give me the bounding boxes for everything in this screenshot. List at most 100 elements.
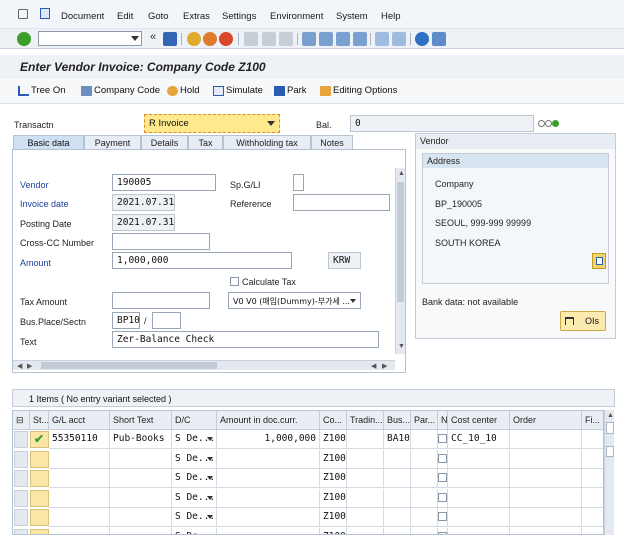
row-selector[interactable]: [14, 450, 28, 468]
col-n[interactable]: N: [438, 411, 448, 430]
chevron-down-icon[interactable]: [207, 515, 213, 519]
grid-cell-co[interactable]: Z100: [320, 430, 347, 449]
tab-basic-data[interactable]: Basic data: [13, 135, 84, 149]
row-selector[interactable]: [14, 489, 28, 507]
grid-cell-empty[interactable]: [582, 508, 603, 527]
grid-cell-empty[interactable]: [411, 488, 438, 508]
address-detail-icon[interactable]: [592, 253, 606, 269]
vendor-input[interactable]: 190005: [112, 174, 216, 191]
editing-options-button[interactable]: Editing Options: [320, 85, 397, 96]
grid-cell-dc[interactable]: S De...: [172, 469, 217, 488]
window-icon[interactable]: [18, 9, 28, 19]
grid-cell-cost-center[interactable]: [448, 508, 510, 527]
menu-settings[interactable]: Settings: [222, 11, 256, 22]
first-page-icon[interactable]: [302, 32, 316, 46]
tab-details[interactable]: Details: [141, 135, 188, 149]
col-order[interactable]: Order: [510, 411, 582, 430]
grid-cell-co[interactable]: Z100: [320, 488, 347, 508]
command-field[interactable]: [38, 31, 142, 46]
grid-cell-gl[interactable]: [49, 527, 110, 534]
tab-notes[interactable]: Notes: [311, 135, 353, 149]
new-session-icon[interactable]: [375, 32, 389, 46]
find-next-icon[interactable]: [279, 32, 293, 46]
grid-cell-empty[interactable]: [510, 430, 582, 449]
grid-cell-cost-center[interactable]: CC_10_10: [448, 430, 510, 449]
col-bus-area[interactable]: Bus...: [384, 411, 411, 430]
grid-cell-cost-center[interactable]: [448, 488, 510, 508]
grid-cell-gl[interactable]: [49, 469, 110, 488]
row-selector[interactable]: [14, 470, 28, 487]
next-page-icon[interactable]: [336, 32, 350, 46]
grid-cell-bus[interactable]: [384, 527, 411, 534]
scroll-left-icon[interactable]: ◀: [17, 362, 22, 370]
col-dc[interactable]: D/C: [172, 411, 217, 430]
posting-date-input[interactable]: 2021.07.31: [112, 214, 175, 231]
scroll-up-icon[interactable]: ▲: [398, 170, 405, 177]
col-gl-acct[interactable]: G/L acct: [49, 411, 110, 430]
bus-place-input[interactable]: BP10: [112, 312, 140, 329]
grid-cell-amount[interactable]: [217, 527, 320, 534]
grid-cell-short-text[interactable]: [110, 508, 172, 527]
grid-cell-amount[interactable]: 1,000,000: [217, 430, 320, 449]
grid-cell-bus[interactable]: [384, 469, 411, 488]
menu-goto[interactable]: Goto: [148, 11, 169, 22]
grid-cell-co[interactable]: Z100: [320, 469, 347, 488]
tax-code-select[interactable]: V0 V0 (매입(Dummy)-부가세 ...: [228, 292, 361, 309]
grid-cell-empty[interactable]: [411, 430, 438, 449]
print-icon[interactable]: [244, 32, 258, 46]
col-fi[interactable]: Fi...: [582, 411, 603, 430]
cross-cc-input[interactable]: [112, 233, 210, 250]
row-checkbox[interactable]: [438, 473, 447, 482]
menu-system[interactable]: System: [336, 11, 368, 22]
grid-cell-amount[interactable]: [217, 488, 320, 508]
prev-page-icon[interactable]: [319, 32, 333, 46]
scroll-thumb[interactable]: [606, 422, 614, 434]
scroll-thumb[interactable]: [397, 182, 404, 302]
grid-cell-empty[interactable]: [510, 527, 582, 534]
collapse-icon[interactable]: «: [150, 31, 160, 45]
scroll-down-icon[interactable]: ▼: [398, 343, 405, 350]
grid-cell-empty[interactable]: [347, 469, 384, 488]
reference-input[interactable]: [293, 194, 390, 211]
scroll-thumb[interactable]: [606, 446, 614, 457]
grid-cell-co[interactable]: Z100: [320, 508, 347, 527]
grid-cell-empty[interactable]: [411, 527, 438, 534]
hold-button[interactable]: Hold: [167, 85, 200, 96]
col-status[interactable]: St...: [30, 411, 49, 430]
calculate-tax-checkbox[interactable]: [230, 277, 239, 286]
col-trading[interactable]: Tradin...: [347, 411, 384, 430]
grid-cell-empty[interactable]: [347, 527, 384, 534]
grid-cell-bus[interactable]: [384, 508, 411, 527]
exit-icon[interactable]: [203, 32, 217, 46]
grid-cell-empty[interactable]: [582, 469, 603, 488]
n-checkbox-cell[interactable]: [438, 430, 448, 449]
grid-cell-empty[interactable]: [347, 488, 384, 508]
menu-help[interactable]: Help: [381, 11, 401, 22]
grid-cell-dc[interactable]: S De...: [172, 488, 217, 508]
col-short-text[interactable]: Short Text: [110, 411, 172, 430]
grid-cell-dc[interactable]: S De...: [172, 449, 217, 469]
tab-withholding-tax[interactable]: Withholding tax: [223, 135, 311, 149]
grid-cell-gl[interactable]: 55350110: [49, 430, 110, 449]
grid-cell-short-text[interactable]: [110, 469, 172, 488]
tree-on-button[interactable]: Tree On: [18, 85, 66, 96]
col-company[interactable]: Co...: [320, 411, 347, 430]
scroll-thumb[interactable]: [41, 362, 217, 369]
n-checkbox-cell[interactable]: [438, 449, 448, 469]
col-amount[interactable]: Amount in doc.curr.: [217, 411, 320, 430]
row-checkbox[interactable]: [438, 453, 447, 463]
help-icon[interactable]: [415, 32, 429, 46]
grid-cell-empty[interactable]: [347, 430, 384, 449]
grid-cell-empty[interactable]: [582, 450, 603, 469]
chevron-down-icon[interactable]: [207, 476, 213, 480]
grid-cell-empty[interactable]: [347, 449, 384, 469]
save-icon[interactable]: [163, 32, 177, 46]
grid-cell-empty[interactable]: [411, 508, 438, 527]
scroll-left-icon[interactable]: ◀: [371, 362, 376, 370]
menu-edit[interactable]: Edit: [117, 11, 133, 22]
grid-cell-short-text[interactable]: [110, 449, 172, 469]
grid-cell-empty[interactable]: [411, 449, 438, 469]
grid-cell-empty[interactable]: [510, 469, 582, 488]
spgl-input[interactable]: [293, 174, 304, 191]
back-icon[interactable]: [187, 32, 201, 46]
